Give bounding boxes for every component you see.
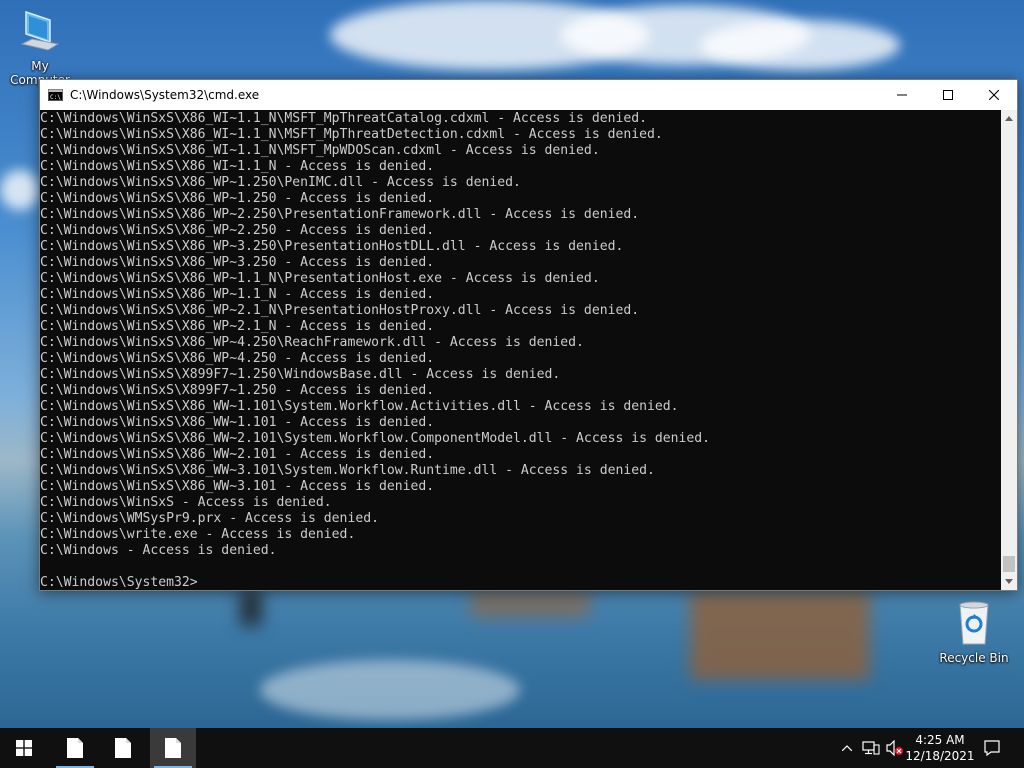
console-line: C:\Windows\WinSxS\X86_WP~3.250\Presentat… — [40, 239, 624, 254]
console-line: C:\Windows\WinSxS\X86_WI~1.1_N - Access … — [40, 159, 435, 174]
clock-date: 12/18/2021 — [905, 749, 975, 763]
close-icon — [989, 90, 999, 100]
windows-start-icon — [16, 740, 32, 756]
console-line: C:\Windows\WinSxS\X86_WP~3.250 - Access … — [40, 255, 435, 270]
volume-muted-icon — [886, 740, 903, 756]
console-line: C:\Windows\WinSxS\X86_WW~1.101 - Access … — [40, 415, 435, 430]
vertical-scrollbar[interactable] — [1001, 110, 1017, 590]
console-line: C:\Windows\write.exe - Access is denied. — [40, 527, 356, 542]
scroll-up-icon — [1005, 116, 1013, 121]
console-line: C:\Windows\WinSxS\X86_WP~2.250\Presentat… — [40, 207, 640, 222]
network-tray-button[interactable] — [860, 728, 882, 768]
console-line: C:\Windows\WinSxS\X86_WI~1.1_N\MSFT_MpWD… — [40, 143, 600, 158]
maximize-icon — [943, 90, 953, 100]
network-icon — [862, 741, 880, 755]
desktop-icon-recycle-bin[interactable]: Recycle Bin — [934, 600, 1014, 665]
window-title: C:\Windows\System32\cmd.exe — [70, 88, 260, 102]
minimize-icon — [897, 94, 907, 96]
console-line: C:\Windows\WinSxS\X86_WP~1.1_N - Access … — [40, 287, 435, 302]
console-line: C:\Windows\WinSxS\X899F7~1.250 - Access … — [40, 383, 435, 398]
console-line: C:\Windows\WinSxS\X86_WI~1.1_N\MSFT_MpTh… — [40, 127, 663, 142]
console-line: C:\Windows\System32> — [40, 575, 198, 590]
console-line: C:\Windows\WinSxS\X86_WP~4.250\ReachFram… — [40, 335, 584, 350]
taskbar-app-2[interactable] — [100, 728, 146, 768]
console-line: C:\Windows\WinSxS\X86_WW~1.101\System.Wo… — [40, 399, 679, 414]
console-line: C:\Windows\WinSxS\X86_WP~1.250\PenIMC.dl… — [40, 175, 521, 190]
console-line: C:\Windows\WinSxS\X86_WP~2.1_N - Access … — [40, 319, 435, 334]
scroll-down-button[interactable] — [1001, 573, 1017, 590]
console-line: C:\Windows\WinSxS\X899F7~1.250\WindowsBa… — [40, 367, 561, 382]
console-line: C:\Windows\WinSxS\X86_WW~2.101 - Access … — [40, 447, 435, 462]
scrollbar-thumb[interactable] — [1003, 556, 1015, 572]
console-line: C:\Windows\WinSxS\X86_WW~3.101\System.Wo… — [40, 463, 655, 478]
cmd-app-icon: C:\ — [48, 89, 63, 101]
file-icon — [165, 738, 181, 758]
volume-tray-button[interactable] — [884, 728, 906, 768]
file-icon — [67, 738, 83, 758]
console-line: C:\Windows\WinSxS\X86_WW~3.101 - Access … — [40, 479, 435, 494]
console-line: C:\Windows\WinSxS - Access is denied. — [40, 495, 332, 510]
console-line: C:\Windows - Access is denied. — [40, 543, 277, 558]
computer-icon — [20, 10, 60, 51]
notification-icon — [984, 740, 1000, 756]
scroll-down-icon — [1005, 579, 1013, 584]
recycle-bin-icon — [959, 601, 989, 645]
desktop-icon-label: Recycle Bin — [939, 651, 1009, 665]
chevron-up-icon — [842, 745, 852, 751]
taskbar-app-3[interactable] — [150, 728, 196, 768]
console-line: C:\Windows\WinSxS\X86_WP~2.1_N\Presentat… — [40, 303, 640, 318]
clock-button[interactable]: 4:25 AM 12/18/2021 — [905, 732, 975, 764]
console-line: C:\Windows\WinSxS\X86_WP~2.250 - Access … — [40, 223, 435, 238]
minimize-button[interactable] — [879, 80, 925, 110]
console-line: C:\Windows\WinSxS\X86_WP~1.1_N\Presentat… — [40, 271, 600, 286]
clock-time: 4:25 AM — [915, 733, 965, 747]
cmd-window[interactable]: C:\ C:\Windows\System32\cmd.exe C:\Windo… — [39, 79, 1018, 591]
start-button[interactable] — [0, 728, 48, 768]
action-center-button[interactable] — [978, 728, 1006, 768]
console-output[interactable]: C:\Windows\WinSxS\X86_WI~1.1_N\MSFT_MpTh… — [40, 110, 1000, 591]
scroll-up-button[interactable] — [1001, 110, 1017, 127]
taskbar-app-1[interactable] — [52, 728, 98, 768]
maximize-button[interactable] — [925, 80, 971, 110]
desktop-icon-my-computer[interactable]: My Computer — [0, 8, 80, 87]
taskbar: 4:25 AM 12/18/2021 — [0, 728, 1024, 768]
svg-text:C:\: C:\ — [50, 94, 61, 101]
console-line: C:\Windows\WinSxS\X86_WI~1.1_N\MSFT_MpTh… — [40, 111, 647, 126]
console-line: C:\Windows\WinSxS\X86_WW~2.101\System.Wo… — [40, 431, 711, 446]
console-line: C:\Windows\WMSysPr9.prx - Access is deni… — [40, 511, 379, 526]
show-hidden-icons-button[interactable] — [838, 728, 856, 768]
close-button[interactable] — [971, 80, 1017, 110]
file-icon — [115, 738, 131, 758]
window-titlebar[interactable]: C:\ C:\Windows\System32\cmd.exe — [40, 80, 1017, 110]
console-line: C:\Windows\WinSxS\X86_WP~1.250 - Access … — [40, 191, 435, 206]
console-line: C:\Windows\WinSxS\X86_WP~4.250 - Access … — [40, 351, 435, 366]
